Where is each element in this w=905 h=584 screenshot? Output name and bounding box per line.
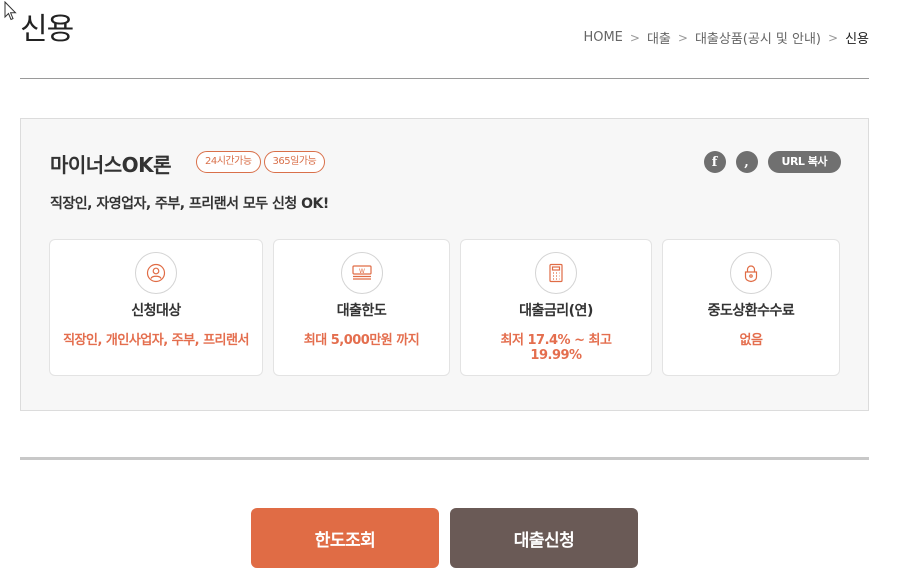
tag-24h: 24시간가능 [196,151,261,173]
svg-text:W: W [359,268,365,275]
feature-card-limit: W 대출한도 최대 5,000만원 까지 [273,239,450,376]
feature-card-fee: 중도상환수수료 없음 [662,239,840,376]
url-copy-button[interactable]: URL 복사 [767,151,841,173]
product-description: 직장인, 자영업자, 주부, 프리랜서 모두 신청 OK! [50,196,329,212]
title-divider [20,78,869,79]
feature-card-target: 신청대상 직장인, 개인사업자, 주부, 프리랜서 [49,239,263,376]
breadcrumb-separator: > [629,30,640,45]
breadcrumb-loan-products[interactable]: 대출상품(공시 및 안내) [695,28,821,47]
breadcrumb: HOME > 대출 > 대출상품(공시 및 안내) > 신용 [583,28,869,47]
breadcrumb-current: 신용 [845,32,869,47]
facebook-icon[interactable]: f [703,151,726,173]
product-tags: 24시간가능 365일가능 [196,151,326,173]
feature-value: 최저 17.4% ~ 최고 19.99% [500,333,612,363]
mouse-cursor-icon [4,1,17,21]
breadcrumb-loan[interactable]: 대출 [647,28,671,47]
feature-value: 최대 5,000만원 까지 [303,333,420,348]
breadcrumb-separator: > [828,30,839,45]
share-buttons: f , URL 복사 [703,151,841,173]
loan-apply-button[interactable]: 대출신청 [450,508,638,568]
feature-label: 신청대상 [131,303,181,319]
lock-icon [730,252,772,294]
feature-label: 중도상환수수료 [707,303,795,319]
section-divider [20,457,869,460]
product-name: 마이너스OK론 [50,153,172,177]
feature-label: 대출한도 [336,303,387,319]
breadcrumb-separator: > [677,30,688,45]
person-icon [135,252,177,294]
kakao-icon[interactable]: , [735,151,758,173]
limit-check-button[interactable]: 한도조회 [251,508,439,568]
page-title: 신용 [20,12,74,47]
calculator-icon [535,252,577,294]
feature-label: 대출금리(연) [519,303,593,319]
feature-value: 없음 [739,333,763,348]
money-stack-icon: W [340,252,383,294]
product-box: 마이너스OK론 24시간가능 365일가능 f , URL 복사 직장인, 자영… [20,118,869,411]
feature-value: 직장인, 개인사업자, 주부, 프리랜서 [63,333,249,348]
breadcrumb-home[interactable]: HOME [583,30,622,45]
tag-365d: 365일가능 [263,151,326,173]
feature-card-rate: 대출금리(연) 최저 17.4% ~ 최고 19.99% [460,239,652,376]
